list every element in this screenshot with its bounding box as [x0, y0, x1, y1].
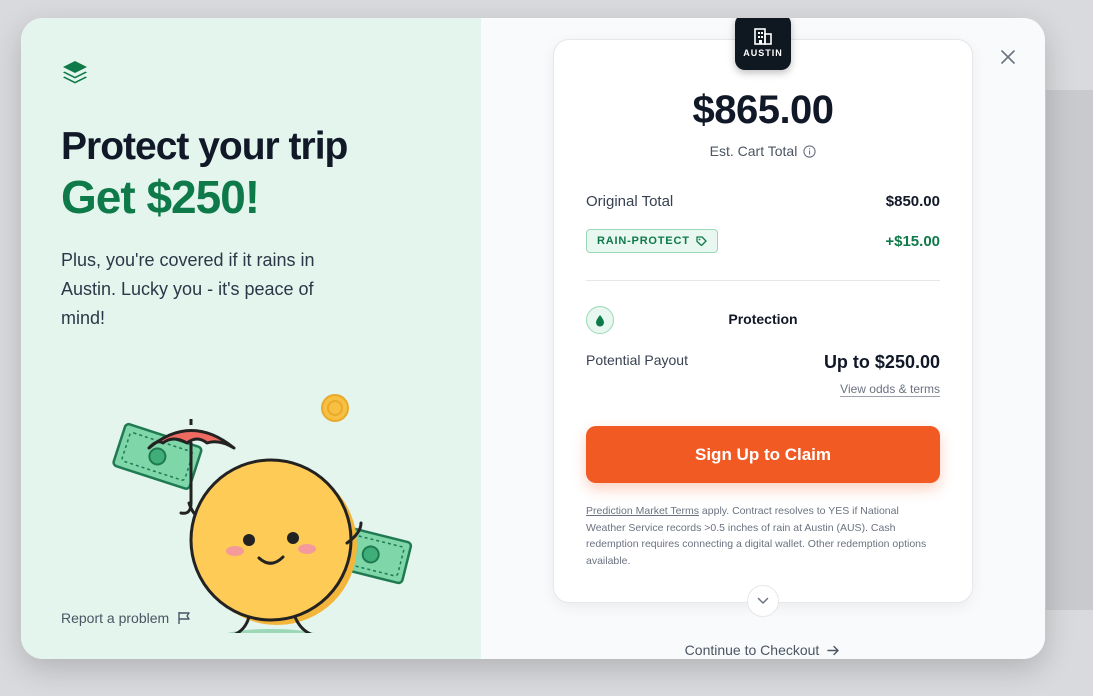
original-total-row: Original Total $850.00	[586, 193, 940, 210]
payout-label: Potential Payout	[586, 352, 688, 368]
original-total-value: $850.00	[885, 193, 940, 210]
promo-tag: RAIN-PROTECT	[586, 229, 718, 253]
continue-label: Continue to Checkout	[684, 642, 820, 658]
prediction-terms-link[interactable]: Prediction Market Terms	[586, 505, 699, 517]
right-panel: AUSTIN $865.00 Est. Cart Total Original …	[481, 18, 1045, 659]
flag-icon	[178, 612, 190, 624]
summary-card: AUSTIN $865.00 Est. Cart Total Original …	[553, 18, 973, 617]
building-icon	[754, 27, 772, 45]
close-icon	[1001, 50, 1015, 64]
cart-total-label: Est. Cart Total	[709, 143, 798, 159]
backdrop	[1046, 90, 1093, 610]
layers-icon	[63, 61, 87, 84]
headline: Protect your trip	[61, 125, 348, 168]
sign-up-button[interactable]: Sign Up to Claim	[586, 426, 940, 483]
protection-title: Protection	[728, 311, 798, 327]
floating-coin	[321, 394, 349, 422]
close-button[interactable]	[997, 46, 1019, 68]
fineprint: Prediction Market Terms apply. Contract …	[586, 503, 940, 569]
report-problem-label: Report a problem	[61, 610, 170, 626]
divider	[586, 280, 940, 281]
original-total-label: Original Total	[586, 193, 674, 210]
cart-total-label-row: Est. Cart Total	[554, 143, 972, 159]
city-badge: AUSTIN	[735, 18, 791, 70]
payout-value: Up to $250.00	[823, 352, 940, 372]
tag-icon	[696, 235, 707, 246]
chevron-down-icon	[757, 597, 769, 604]
arrow-right-icon	[827, 645, 840, 655]
city-label: AUSTIN	[743, 47, 783, 58]
left-panel: Protect your trip Get $250! Plus, you're…	[21, 18, 481, 659]
view-odds-link[interactable]: View odds & terms	[840, 382, 940, 397]
subtext: Plus, you're covered if it rains in Aust…	[61, 250, 315, 328]
promo-row: RAIN-PROTECT +$15.00	[586, 229, 940, 253]
info-icon[interactable]	[803, 144, 816, 158]
promo-code: RAIN-PROTECT	[597, 235, 690, 247]
report-problem-link[interactable]: Report a problem	[61, 610, 191, 626]
cart-total-amount: $865.00	[692, 88, 834, 132]
expand-button[interactable]	[747, 585, 779, 617]
coin-mascot-illustration	[112, 394, 413, 633]
headline-accent: Get $250!	[61, 171, 260, 223]
promo-value: +$15.00	[885, 232, 940, 250]
continue-to-checkout-link[interactable]: Continue to Checkout	[481, 642, 1044, 658]
promo-modal: Protect your trip Get $250! Plus, you're…	[21, 18, 1045, 659]
